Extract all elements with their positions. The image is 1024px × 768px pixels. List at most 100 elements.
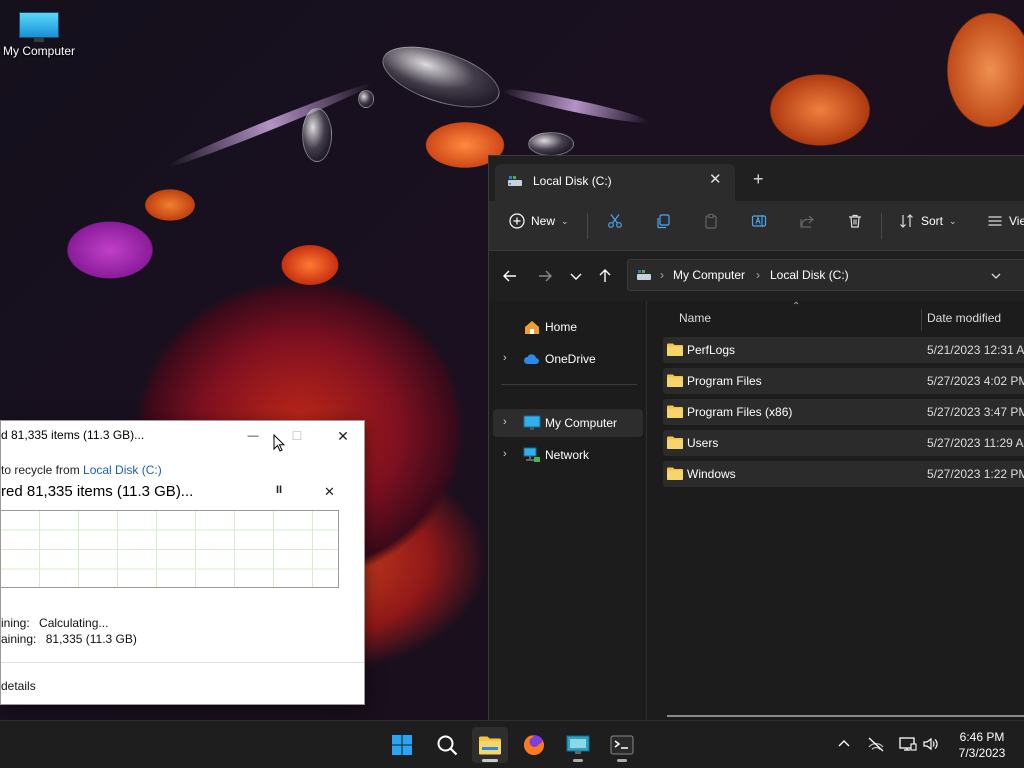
trash-icon <box>849 214 861 228</box>
file-date: 5/21/2023 12:31 AM <box>927 343 1024 357</box>
file-explorer-window: Local Disk (C:) ✕ + New ⌄ Sort ⌄ Vie › M… <box>488 155 1024 721</box>
back-arrow-icon[interactable] <box>501 267 519 285</box>
minimize-button[interactable]: — <box>233 423 273 449</box>
sort-icon <box>900 214 913 228</box>
taskbar-remote-desktop[interactable] <box>560 727 596 763</box>
wallpaper-streak <box>500 84 650 128</box>
new-button[interactable]: New ⌄ <box>509 213 569 229</box>
tab-bar: Local Disk (C:) ✕ + <box>489 156 1024 201</box>
nav-item-onedrive[interactable]: › OneDrive <box>493 345 643 373</box>
share-button[interactable] <box>799 213 815 229</box>
show-hidden-icons-button[interactable] <box>835 735 853 753</box>
breadcrumb-my-computer[interactable]: My Computer <box>673 268 745 282</box>
close-icon: ✕ <box>337 427 349 444</box>
new-label: New <box>531 214 556 228</box>
file-row[interactable]: PerfLogs 5/21/2023 12:31 AM <box>663 337 1024 363</box>
address-dropdown-chevron-icon[interactable] <box>990 270 1002 282</box>
breadcrumb-separator: › <box>660 268 664 282</box>
pause-button[interactable]: II <box>276 484 282 496</box>
windows-logo-icon <box>392 735 412 755</box>
file-date: 5/27/2023 11:29 AM <box>927 436 1024 450</box>
nav-item-network[interactable]: › Network <box>493 441 643 469</box>
file-row[interactable]: Program Files 5/27/2023 4:02 PM <box>663 368 1024 394</box>
nav-divider <box>501 384 637 385</box>
file-date: 5/27/2023 1:22 PM <box>927 467 1024 481</box>
search-button[interactable] <box>429 727 465 763</box>
nav-item-my-computer[interactable]: › My Computer <box>493 409 643 437</box>
nav-label: Network <box>545 448 590 462</box>
file-row[interactable]: Windows 5/27/2023 1:22 PM <box>663 461 1024 487</box>
taskbar-firefox[interactable] <box>516 727 552 763</box>
paste-button[interactable] <box>703 213 719 229</box>
breadcrumb-local-disk[interactable]: Local Disk (C:) <box>770 268 849 282</box>
column-divider[interactable] <box>921 309 922 331</box>
delete-progress-dialog: d 81,335 items (11.3 GB)... — ☐ ✕ to rec… <box>0 420 365 705</box>
copy-icon <box>657 214 670 229</box>
expand-chevron-icon[interactable]: › <box>503 352 507 364</box>
command-bar: New ⌄ Sort ⌄ Vie <box>489 201 1024 251</box>
start-button[interactable] <box>384 727 420 763</box>
recent-chevron-icon[interactable] <box>567 267 585 285</box>
minimize-icon: — <box>247 430 259 442</box>
rename-button[interactable] <box>751 213 767 229</box>
cut-button[interactable] <box>607 213 623 229</box>
toolbar-divider <box>587 213 588 239</box>
plus-circle-icon <box>509 213 525 229</box>
file-name: Windows <box>687 467 736 481</box>
tab-local-disk[interactable]: Local Disk (C:) ✕ <box>495 164 735 201</box>
column-header-date[interactable]: Date modified <box>927 311 1001 325</box>
sort-button[interactable]: Sort ⌄ <box>899 213 957 229</box>
nav-label: My Computer <box>545 416 618 430</box>
nav-item-home[interactable]: Home <box>493 313 643 341</box>
delete-button[interactable] <box>847 213 863 229</box>
column-header-name[interactable]: Name <box>679 311 711 325</box>
close-button[interactable]: ✕ <box>323 423 363 449</box>
paste-icon <box>705 213 717 229</box>
share-icon <box>800 215 814 228</box>
file-row[interactable]: Users 5/27/2023 11:29 AM <box>663 430 1024 456</box>
clock-date: 7/3/2023 <box>958 746 1006 760</box>
monitor-icon <box>19 12 59 42</box>
forward-arrow-icon[interactable] <box>536 267 554 285</box>
firefox-icon <box>524 735 544 755</box>
dialog-footer: details <box>1 662 364 704</box>
display-icon <box>899 737 917 751</box>
network-icon <box>523 447 540 462</box>
file-row[interactable]: Program Files (x86) 5/27/2023 3:47 PM <box>663 399 1024 425</box>
taskbar-file-explorer[interactable] <box>472 727 508 763</box>
toolbar-divider <box>881 213 882 239</box>
cancel-button[interactable]: ✕ <box>324 484 335 500</box>
home-icon <box>525 321 539 334</box>
running-indicator <box>482 759 498 762</box>
dialog-subtitle: to recycle from Local Disk (C:) <box>1 463 162 477</box>
desktop-icon-my-computer[interactable]: My Computer <box>0 8 78 58</box>
tab-label: Local Disk (C:) <box>533 174 612 188</box>
clock-time: 6:46 PM <box>959 730 1005 744</box>
horizontal-scrollbar[interactable] <box>667 715 1024 717</box>
expand-chevron-icon[interactable]: › <box>503 448 507 460</box>
taskbar-clock[interactable]: 6:46 PM 7/3/2023 <box>948 729 1016 761</box>
tab-close-button[interactable]: ✕ <box>709 170 722 188</box>
taskbar: 6:46 PM 7/3/2023 <box>0 720 1024 768</box>
items-remaining: aining: 81,335 (11.3 GB) <box>1 632 137 646</box>
wallpaper-streak <box>166 79 374 171</box>
sort-up-icon: ⌃ <box>792 301 801 312</box>
address-box[interactable]: › My Computer › Local Disk (C:) <box>627 259 1024 291</box>
copy-button[interactable] <box>655 213 671 229</box>
taskbar-terminal[interactable] <box>604 727 640 763</box>
volume-control[interactable] <box>922 735 940 753</box>
source-link[interactable]: Local Disk (C:) <box>83 463 162 477</box>
view-button[interactable]: Vie <box>987 213 1024 229</box>
new-tab-button[interactable]: + <box>753 169 764 190</box>
folder-icon <box>667 467 683 480</box>
subtitle-prefix: to recycle from <box>1 463 80 477</box>
display-status[interactable] <box>899 735 917 753</box>
expand-chevron-icon[interactable]: › <box>503 416 507 428</box>
up-arrow-icon[interactable] <box>596 267 614 285</box>
running-indicator <box>573 759 583 762</box>
details-toggle[interactable]: details <box>1 679 36 693</box>
sort-label: Sort <box>921 214 944 228</box>
items-remaining-value: 81,335 (11.3 GB) <box>45 632 137 646</box>
network-status[interactable] <box>867 735 885 753</box>
desktop-wallpaper: My Computer d 81,335 items (11.3 GB)... … <box>0 0 1024 768</box>
